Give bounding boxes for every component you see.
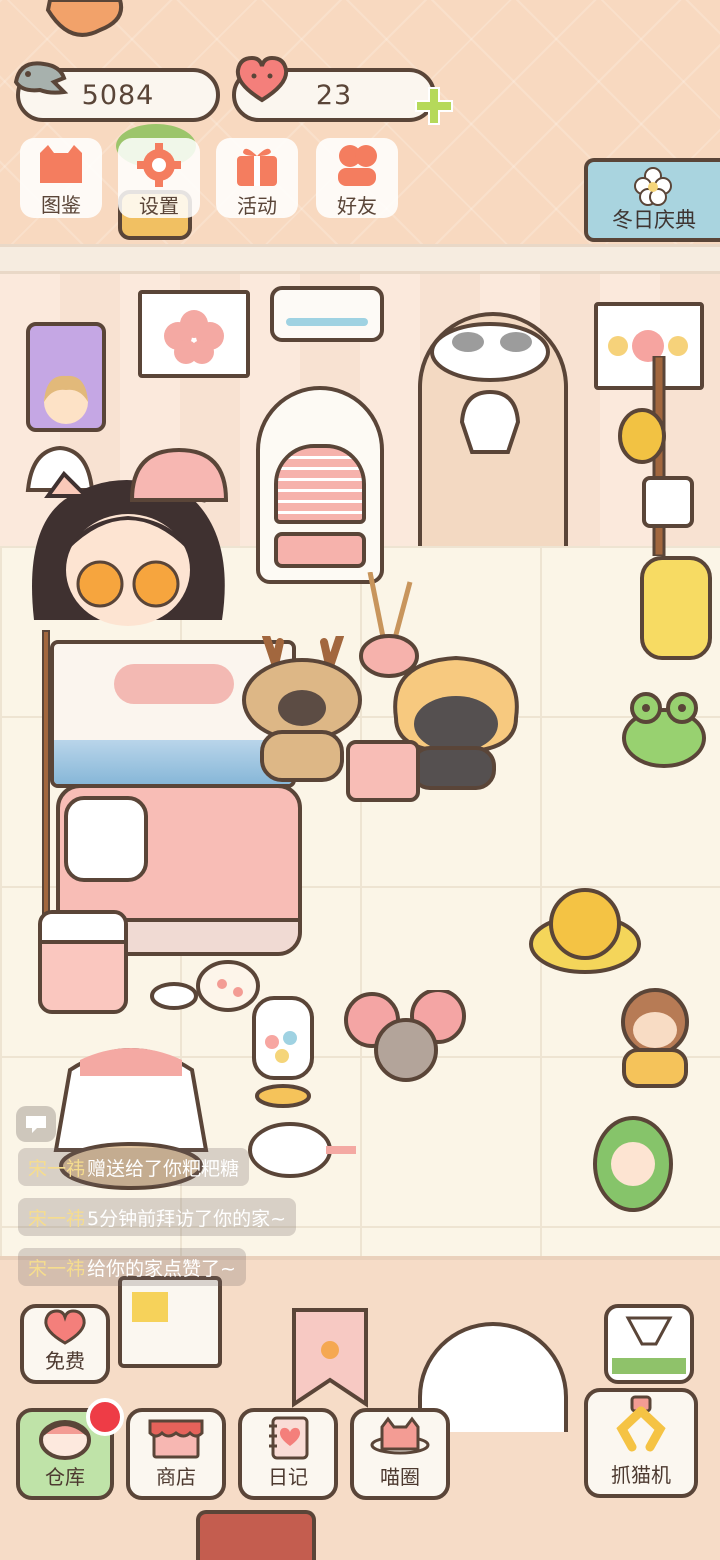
warehouse-icon: [39, 1412, 91, 1461]
settings-label: 设置: [139, 194, 179, 218]
chat-text: 给你的家点赞了~: [87, 1257, 236, 1280]
chat-text: 赠送给了你粑粑糖: [87, 1157, 240, 1180]
mouse-plush[interactable]: [344, 988, 466, 1100]
pink-cushion[interactable]: [346, 740, 420, 802]
gift-icon: [232, 142, 282, 188]
friends-button[interactable]: 好友: [316, 138, 398, 218]
cat-book-icon: [36, 142, 86, 187]
gear-icon: [134, 142, 184, 188]
idol-poster[interactable]: [26, 322, 106, 432]
paw-pennant[interactable]: [284, 1280, 376, 1410]
claw-machine-top[interactable]: [604, 1304, 694, 1384]
chat-bubble-button[interactable]: [16, 1106, 56, 1142]
flower-wall-hanging[interactable]: [138, 290, 250, 378]
chat-username[interactable]: 宋一祎: [28, 1254, 85, 1281]
air-conditioner[interactable]: [270, 286, 384, 342]
bed-post: [42, 630, 50, 920]
cat-circle-label: 喵圈: [380, 1465, 420, 1489]
coat-rack[interactable]: [612, 354, 702, 558]
white-cabinet[interactable]: [256, 386, 384, 584]
claw-machine-button[interactable]: 抓猫机: [584, 1388, 698, 1498]
notification-badge: [86, 1398, 124, 1436]
chat-message: 宋一祎 赠送给了你粑粑糖: [18, 1148, 250, 1186]
bear-stool[interactable]: [640, 556, 712, 660]
fish-count: 5084: [81, 79, 155, 111]
candy-jar[interactable]: [248, 986, 318, 1110]
chat-username[interactable]: 宋一祎: [28, 1204, 85, 1231]
free-hearts-button[interactable]: 免费: [20, 1304, 110, 1384]
add-hearts-button[interactable]: [414, 86, 454, 126]
chat-message: 宋一祎 5分钟前拜访了你的家~: [18, 1198, 297, 1236]
speech-bubble-icon: [26, 1116, 46, 1133]
warehouse-label: 仓库: [45, 1465, 85, 1489]
free-label: 免费: [45, 1349, 85, 1373]
heart-icon: [232, 54, 292, 104]
nightstand[interactable]: [38, 910, 128, 1014]
pen-holder[interactable]: [356, 571, 422, 678]
wall-trim: [0, 244, 720, 274]
maple-leaf-decoration: [40, 0, 130, 46]
cat-planet-icon: [370, 1412, 430, 1461]
diary-button[interactable]: 日记: [238, 1408, 338, 1500]
shop-icon: [148, 1412, 204, 1461]
collection-button[interactable]: 图鉴: [20, 138, 102, 218]
friends-label: 好友: [337, 194, 377, 218]
events-button[interactable]: 活动: [216, 138, 298, 218]
shop-button[interactable]: 商店: [126, 1408, 226, 1500]
fish-icon: [10, 52, 70, 102]
frog-plush[interactable]: [620, 690, 712, 770]
hanging-cat[interactable]: [424, 312, 554, 454]
claw-icon: [610, 1392, 672, 1459]
diary-icon: [265, 1412, 311, 1461]
winter-festival-banner[interactable]: 冬日庆典: [584, 158, 720, 242]
handheld-fan[interactable]: [246, 1120, 360, 1180]
flower-icon: [628, 166, 678, 210]
bed-headboard[interactable]: [124, 444, 234, 504]
settings-button[interactable]: 设置: [118, 138, 200, 218]
diary-label: 日记: [268, 1465, 308, 1489]
shop-label: 商店: [156, 1465, 196, 1489]
chat-username[interactable]: 宋一祎: [28, 1154, 85, 1181]
plus-icon: [415, 87, 453, 125]
cat-circle-button[interactable]: 喵圈: [350, 1408, 450, 1500]
chat-text: 5分钟前拜访了你的家~: [87, 1207, 287, 1230]
small-table[interactable]: [196, 1510, 316, 1560]
friends-icon: [332, 142, 382, 188]
heart-icon: [42, 1308, 88, 1345]
wall-calendar[interactable]: [118, 1276, 222, 1368]
collection-label: 图鉴: [41, 193, 81, 217]
monkey-plush[interactable]: [602, 986, 708, 1090]
yellow-hat[interactable]: [528, 884, 642, 976]
events-label: 活动: [237, 194, 277, 218]
heart-count: 23: [315, 79, 353, 111]
watermelon-doll[interactable]: [590, 1114, 676, 1214]
chat-message: 宋一祎 给你的家点赞了~: [18, 1248, 246, 1286]
claw-machine-label: 抓猫机: [611, 1463, 671, 1487]
